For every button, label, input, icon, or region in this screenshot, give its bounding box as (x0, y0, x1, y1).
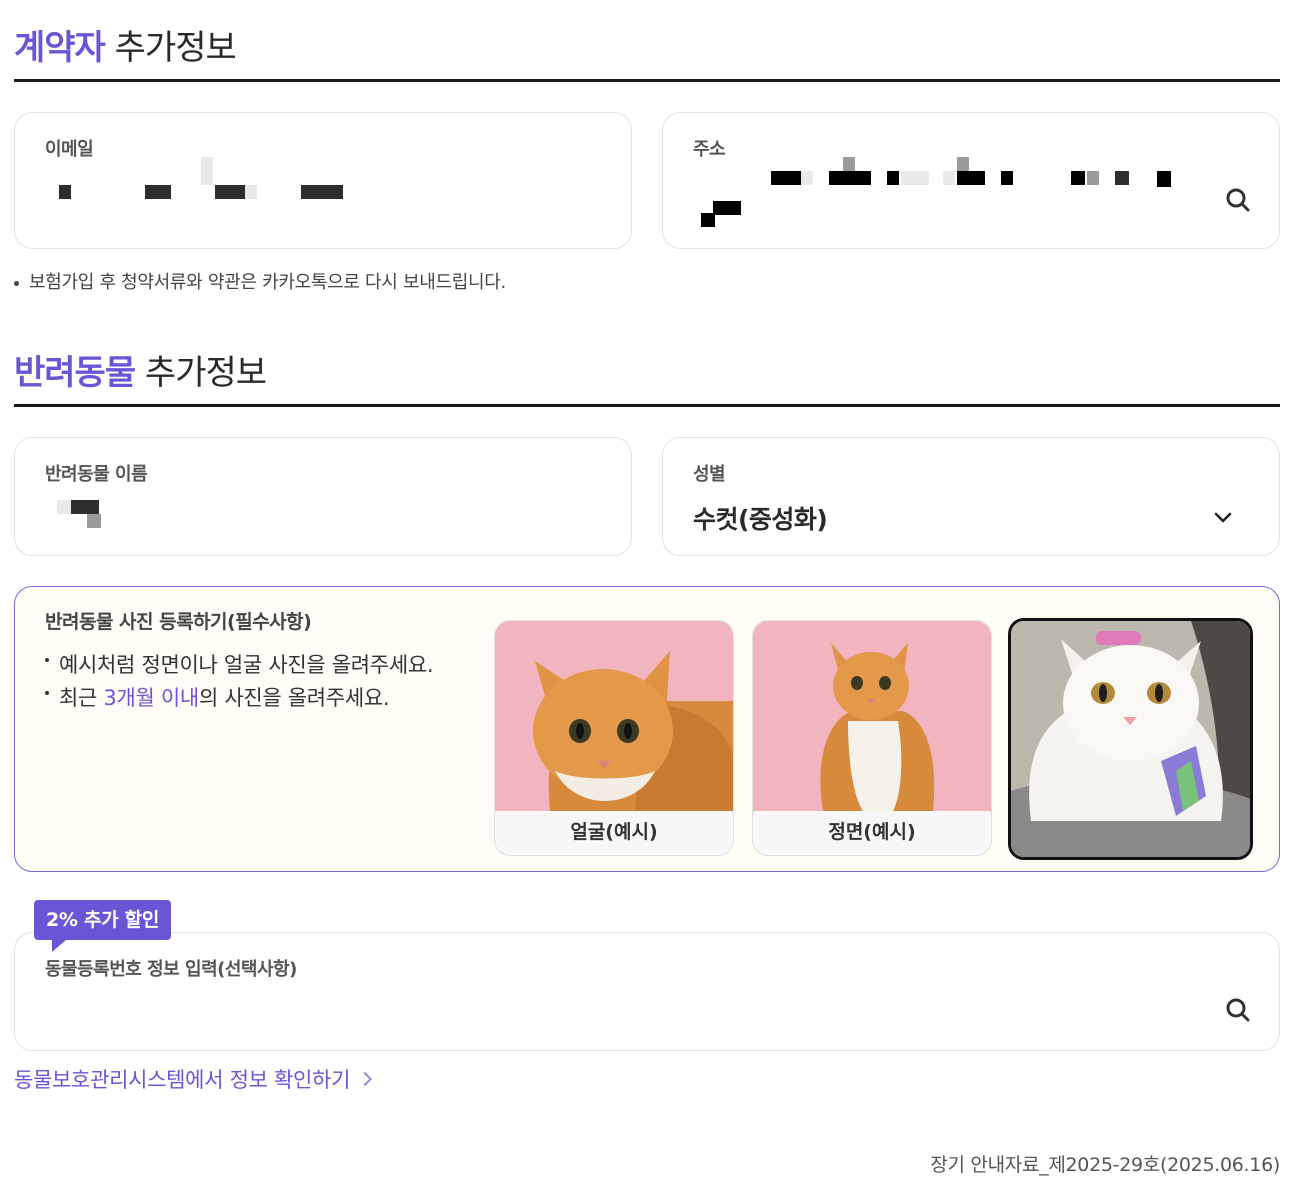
gender-select[interactable]: 성별 수컷(중성화) (662, 437, 1280, 556)
discount-badge: 2% 추가 할인 (34, 900, 172, 952)
chevron-down-icon (1214, 512, 1232, 523)
pet-section-header: 반려동물 추가정보 (14, 325, 1280, 407)
search-icon (1226, 998, 1250, 1022)
animal-protection-system-link[interactable]: 동물보호관리시스템에서 정보 확인하기 (14, 1064, 373, 1094)
registration-search-button[interactable] (1223, 995, 1253, 1025)
gender-selected-value: 수컷(중성화) (693, 505, 828, 534)
address-label: 주소 (693, 139, 726, 160)
example-front-caption: 정면(예시) (828, 821, 916, 843)
gender-label: 성별 (693, 464, 726, 485)
document-reference: 장기 안내자료_제2025-29호(2025.06.16) (930, 1154, 1280, 1176)
photo-upload-label: 반려동물 사진 등록하기(필수사항) (45, 611, 312, 633)
email-label: 이메일 (45, 139, 94, 160)
pet-photo-upload-section: 반려동물 사진 등록하기(필수사항) 예시처럼 정면이나 얼굴 사진을 올려주세… (14, 586, 1280, 872)
registration-number-label: 동물등록번호 정보 입력(선택사항) (45, 959, 297, 980)
pet-name-field[interactable]: 반려동물 이름 (14, 437, 632, 556)
pet-name-label: 반려동물 이름 (45, 464, 148, 485)
kakao-notice: 보험가입 후 청약서류와 약관은 카카오톡으로 다시 보내드립니다. (14, 268, 506, 294)
email-field[interactable]: 이메일 (14, 112, 632, 249)
photo-instructions: 예시처럼 정면이나 얼굴 사진을 올려주세요. 최근 3개월 이내의 사진을 올… (45, 649, 434, 715)
cat-front-image (753, 621, 991, 811)
address-field[interactable]: 주소 (662, 112, 1280, 249)
address-search-button[interactable] (1223, 185, 1253, 215)
example-face-caption: 얼굴(예시) (570, 821, 658, 843)
contractor-section-title: 계약자 추가정보 (14, 28, 237, 68)
search-icon (1226, 188, 1250, 212)
gender-dropdown-toggle[interactable] (1211, 506, 1235, 530)
bullet-dot (14, 280, 19, 286)
uploaded-cat-image (1011, 621, 1250, 857)
example-front-photo: 정면(예시) (752, 620, 992, 856)
uploaded-pet-photo[interactable] (1008, 618, 1253, 860)
contractor-section-header: 계약자 추가정보 (14, 0, 1280, 82)
cat-face-image (495, 621, 733, 811)
photo-instruction-1: 예시처럼 정면이나 얼굴 사진을 올려주세요. (45, 649, 434, 682)
example-face-photo: 얼굴(예시) (494, 620, 734, 856)
registration-number-field[interactable]: 동물등록번호 정보 입력(선택사항) (14, 932, 1280, 1051)
pet-section-title: 반려동물 추가정보 (14, 353, 267, 393)
chevron-right-icon (358, 1071, 373, 1087)
photo-instruction-2: 최근 3개월 이내의 사진을 올려주세요. (45, 682, 433, 715)
